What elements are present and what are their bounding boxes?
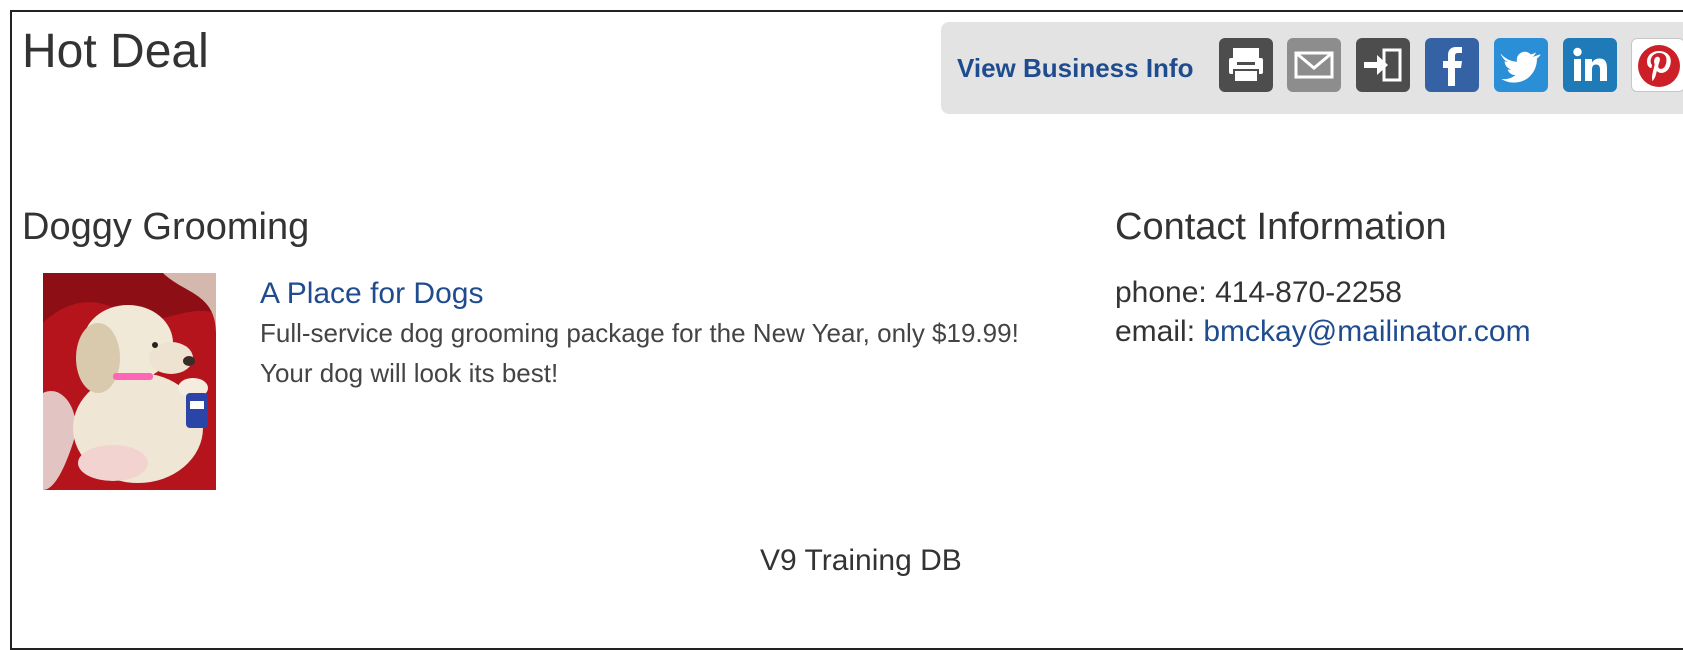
pinterest-icon[interactable] <box>1631 38 1683 92</box>
twitter-icon[interactable] <box>1494 38 1548 92</box>
deal-photo[interactable] <box>43 273 216 490</box>
email-label: email: <box>1115 315 1196 348</box>
email-icon[interactable] <box>1287 38 1341 92</box>
facebook-icon[interactable] <box>1425 38 1479 92</box>
share-icon[interactable] <box>1356 38 1410 92</box>
business-name-link[interactable]: A Place for Dogs <box>260 276 483 312</box>
email-link[interactable]: bmckay@mailinator.com <box>1203 315 1530 348</box>
phone-number: 414-870-2258 <box>1215 276 1402 309</box>
page-title: Hot Deal <box>22 25 209 78</box>
contact-section-title: Contact Information <box>1115 206 1447 248</box>
email-line: email: bmckay@mailinator.com <box>1115 313 1531 351</box>
deal-description: Full-service dog grooming package for th… <box>260 318 1019 388</box>
phone-label: phone: <box>1115 276 1207 309</box>
print-icon[interactable] <box>1219 38 1273 92</box>
deal-section-title: Doggy Grooming <box>22 206 310 248</box>
action-bar: View Business Info <box>941 22 1683 114</box>
view-business-info-link[interactable]: View Business Info <box>957 52 1193 84</box>
footer-text: V9 Training DB <box>760 544 962 577</box>
linkedin-icon[interactable] <box>1563 38 1617 92</box>
phone-line: phone: 414-870-2258 <box>1115 274 1402 312</box>
